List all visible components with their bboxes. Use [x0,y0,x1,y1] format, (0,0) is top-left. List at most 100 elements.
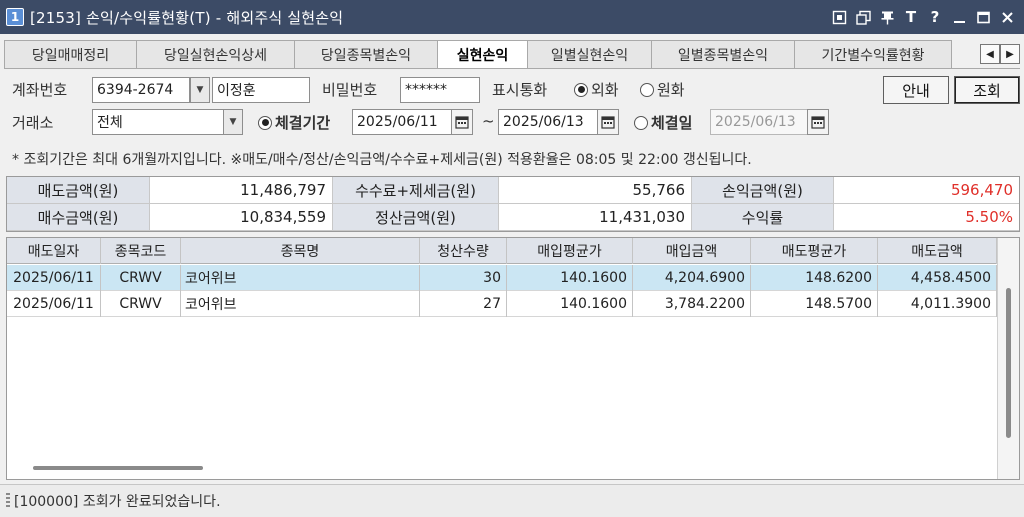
scrollbar-thumb[interactable] [1006,288,1011,438]
column-header[interactable]: 매입금액 [633,238,751,264]
tab-daily-realized-detail[interactable]: 당일실현손익상세 [137,40,295,69]
maximize-icon[interactable] [974,8,992,26]
period-to-input[interactable]: 2025/06/13 [498,109,598,135]
exchange-select[interactable]: 전체 [92,109,224,135]
status-message: [100000] 조회가 완료되었습니다. [14,494,221,510]
tab-daily-stock-by-pnl[interactable]: 일별종목별손익 [652,40,795,69]
pnl-amount-label: 손익금액(원) [692,177,834,204]
sell-amount-cell: 4,011.3900 [878,291,997,317]
table-row[interactable]: 2025/06/11 CRWV 코어위브 27 140.1600 3,784.2… [7,291,997,317]
tab-scroll-buttons: ◀ ▶ [980,44,1020,64]
title-bar: 1 [2153] 손익/수익률현황(T) - 해외주식 실현손익 T ? [0,0,1024,34]
column-header[interactable]: 매도금액 [878,238,997,264]
summary-row: 매도금액(원) 11,486,797 수수료+제세금(원) 55,766 손익금… [7,177,1019,204]
vertical-scrollbar[interactable] [997,238,1019,479]
guide-button[interactable]: 안내 [883,76,949,104]
table-row[interactable]: 2025/06/11 CRWV 코어위브 30 140.1600 4,204.6… [7,265,997,291]
account-number-input[interactable]: 6394-2674 [92,77,190,103]
window-title: [2153] 손익/수익률현황(T) - 해외주식 실현손익 [30,8,344,27]
summary-panel: 매도금액(원) 11,486,797 수수료+제세금(원) 55,766 손익금… [6,176,1020,232]
tab-daily-stock-pnl[interactable]: 당일종목별손익 [295,40,438,69]
password-label: 비밀번호 [322,81,378,99]
calendar-icon[interactable] [597,109,619,135]
sell-amount-label: 매도금액(원) [7,177,150,204]
query-form: 계좌번호 6394-2674 ▼ 이정훈 비밀번호 ****** 표시통화 외화… [4,68,1020,176]
column-header[interactable]: 종목명 [181,238,420,264]
column-header[interactable]: 매도일자 [7,238,101,264]
window-controls: T ? [830,0,1016,34]
radio-unselected-icon [640,82,654,97]
query-button[interactable]: 조회 [954,76,1020,104]
pin-icon[interactable] [878,8,896,26]
help-icon[interactable]: ? [926,8,944,26]
horizontal-scrollbar[interactable] [33,466,203,470]
tab-period-return[interactable]: 기간별수익률현황 [795,40,952,69]
tab-daily-realized-pnl[interactable]: 일별실현손익 [528,40,652,69]
column-header[interactable]: 매도평균가 [751,238,878,264]
buy-amount-value: 10,834,559 [150,204,333,231]
buy-amount-cell: 4,204.6900 [633,265,751,291]
period-from-input[interactable]: 2025/06/11 [352,109,452,135]
account-dropdown-icon[interactable]: ▼ [190,77,210,103]
fee-tax-value: 55,766 [499,177,692,204]
stock-code-cell: CRWV [101,265,181,291]
sell-amount-value: 11,486,797 [150,177,333,204]
quantity-cell: 30 [420,265,507,291]
buy-avg-price-cell: 140.1600 [507,265,633,291]
trade-date-input[interactable]: 2025/06/13 [710,109,808,135]
table-header: 매도일자 종목코드 종목명 청산수량 매입평균가 매입금액 매도평균가 매도금액 [7,238,997,264]
buy-avg-price-cell: 140.1600 [507,291,633,317]
sell-date-cell: 2025/06/11 [7,291,101,317]
exchange-dropdown-icon[interactable]: ▼ [223,109,243,135]
calendar-icon[interactable] [451,109,473,135]
account-label: 계좌번호 [12,81,68,99]
account-holder-name: 이정훈 [212,77,310,103]
return-rate-label: 수익률 [692,204,834,231]
period-tilde: ~ [482,112,495,130]
period-radio[interactable]: 체결기간 [258,112,330,133]
column-header[interactable]: 매입평균가 [507,238,633,264]
status-bar: [100000] 조회가 완료되었습니다. [0,484,1024,517]
font-size-icon[interactable]: T [902,8,920,26]
sell-avg-price-cell: 148.5700 [751,291,878,317]
calendar-icon[interactable] [807,109,829,135]
minimize-icon[interactable] [950,8,968,26]
buy-amount-cell: 3,784.2200 [633,291,751,317]
stock-name-cell: 코어위브 [181,265,420,291]
realized-pnl-table: 매도일자 종목코드 종목명 청산수량 매입평균가 매입금액 매도평균가 매도금액… [6,237,1020,480]
stock-code-cell: CRWV [101,291,181,317]
settlement-amount-value: 11,431,030 [499,204,692,231]
tab-strip: 당일매매정리 당일실현손익상세 당일종목별손익 실현손익 일별실현손익 일별종목… [4,40,974,69]
radio-selected-icon [574,82,588,97]
radio-selected-icon [258,115,272,130]
summary-row: 매수금액(원) 10,834,559 정산금액(원) 11,431,030 수익… [7,204,1019,231]
currency-radio-foreign[interactable]: 외화 [574,79,619,100]
exchange-label: 거래소 [12,114,54,132]
currency-radio-won[interactable]: 원화 [640,79,685,100]
pnl-amount-value: 596,470 [834,177,1019,204]
quantity-cell: 27 [420,291,507,317]
return-rate-value: 5.50% [834,204,1019,231]
tab-realized-pnl[interactable]: 실현손익 [438,40,528,69]
window-number-badge: 1 [6,8,24,26]
window-tile-icon[interactable] [854,8,872,26]
buy-amount-label: 매수금액(원) [7,204,150,231]
settlement-amount-label: 정산금액(원) [333,204,499,231]
column-header[interactable]: 청산수량 [420,238,507,264]
window-restore-icon[interactable] [830,8,848,26]
sell-avg-price-cell: 148.6200 [751,265,878,291]
tab-daily-trade-summary[interactable]: 당일매매정리 [4,40,137,69]
password-input[interactable]: ****** [400,77,480,103]
stock-name-cell: 코어위브 [181,291,420,317]
radio-unselected-icon [634,115,648,130]
currency-label: 표시통화 [492,81,548,99]
column-header[interactable]: 종목코드 [101,238,181,264]
tab-scroll-left-icon[interactable]: ◀ [980,44,1000,64]
trade-date-radio[interactable]: 체결일 [634,112,692,133]
sell-amount-cell: 4,458.4500 [878,265,997,291]
tab-scroll-right-icon[interactable]: ▶ [1000,44,1020,64]
notice-text: * 조회기간은 최대 6개월까지입니다. ※매도/매수/정산/손익금액/수수료+… [12,152,752,168]
close-icon[interactable] [998,8,1016,26]
fee-tax-label: 수수료+제세금(원) [333,177,499,204]
sell-date-cell: 2025/06/11 [7,265,101,291]
